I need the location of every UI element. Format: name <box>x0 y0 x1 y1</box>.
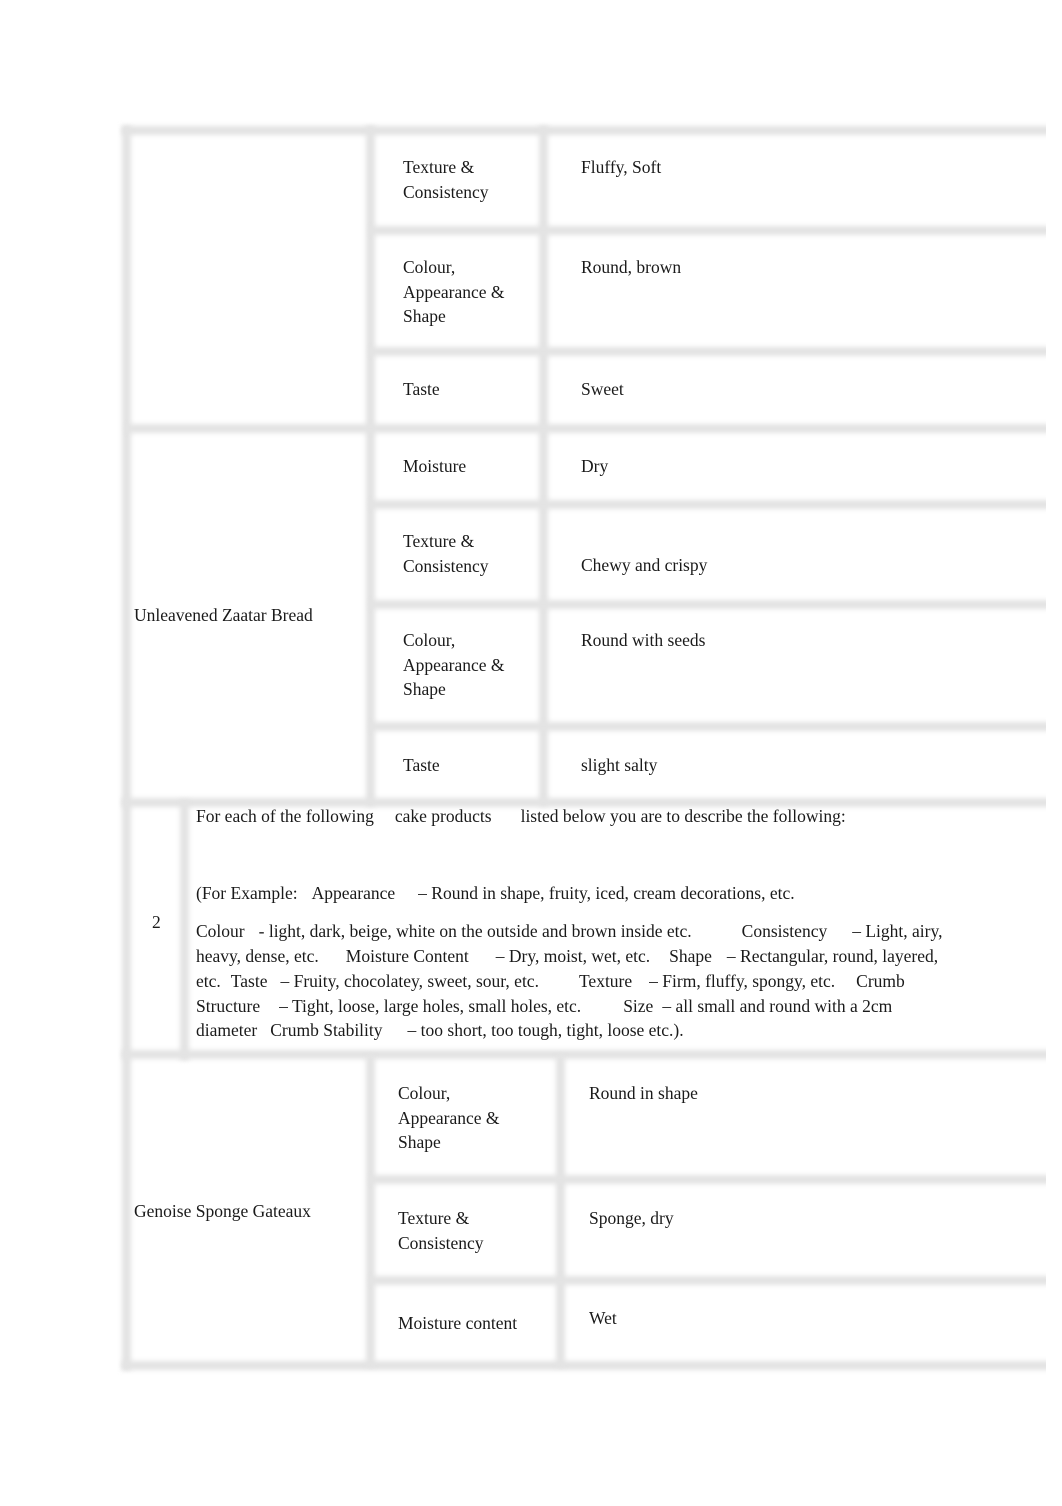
row-divider <box>122 1050 1052 1059</box>
criteria-line: Colour - light, dark, beige, white on the… <box>196 919 942 944</box>
document-page: Texture & Consistency Fluffy, Soft Colou… <box>0 0 1062 1506</box>
attribute-label: Shape <box>403 306 446 326</box>
value-cell: Round, brown <box>581 257 682 277</box>
attribute-cell: Moisture content <box>398 1313 518 1333</box>
row-divider <box>370 1276 1050 1285</box>
attribute-cell: Texture & Consistency <box>403 155 538 204</box>
value-cell: Dry <box>581 456 609 476</box>
col-divider <box>556 1055 565 1367</box>
table-border-left <box>122 126 131 1370</box>
example-part: (For Example: <box>196 883 298 903</box>
row-divider <box>370 1175 1050 1184</box>
attribute-label: Consistency <box>403 181 489 202</box>
value-cell: slight salty <box>581 755 658 775</box>
attribute-label: Colour, <box>403 630 456 650</box>
example-part: Appearance <box>311 883 396 903</box>
attribute-label: Consistency <box>403 555 489 576</box>
criteria-desc: - light, dark, beige, white on the outsi… <box>258 921 692 941</box>
attribute-label: Shape <box>403 679 446 699</box>
criteria-line: etc. Taste – Fruity, chocolatey, sweet, so… <box>196 969 905 994</box>
criteria-desc: – all small and round with a 2cm <box>662 996 893 1016</box>
attribute-cell: Texture & Consistency <box>398 1206 548 1255</box>
attribute-label: Texture & <box>403 531 475 551</box>
criteria-desc: – too short, too tough, tight, loose etc… <box>407 1020 684 1040</box>
row-divider <box>370 722 1050 731</box>
col-divider <box>180 800 189 1060</box>
attribute-cell: Texture & Consistency <box>403 529 538 578</box>
attribute-label: Appearance & <box>403 281 505 302</box>
criteria-desc: – Firm, fluffy, spongy, etc. <box>649 971 836 991</box>
row-divider <box>370 600 1050 609</box>
criteria-desc: etc. <box>196 971 221 991</box>
value-cell: Chewy and crispy <box>581 555 708 575</box>
value-cell: Sweet <box>581 379 624 399</box>
attribute-cell: Taste <box>403 379 440 399</box>
row-divider <box>370 500 1050 509</box>
criteria-term: Consistency <box>741 921 828 941</box>
criteria-desc: diameter <box>196 1020 258 1040</box>
attribute-cell: Moisture <box>403 456 467 476</box>
attribute-label: Texture & <box>403 157 475 177</box>
criteria-line: Structure – Tight, loose, large holes, sm… <box>196 994 892 1019</box>
criteria-desc: heavy, dense, etc. <box>196 946 319 966</box>
intro-part: listed below you are to describe the fol… <box>520 806 846 826</box>
product-name: Genoise Sponge Gateaux <box>134 1201 311 1221</box>
criteria-term: Structure <box>196 996 261 1016</box>
attribute-label: Appearance & <box>398 1107 500 1128</box>
criteria-desc: – Tight, loose, large holes, small holes… <box>279 996 582 1016</box>
criteria-desc: – Rectangular, round, layered, <box>726 946 939 966</box>
criteria-term: Size <box>623 996 654 1016</box>
table-border-bottom <box>122 1361 1052 1370</box>
attribute-label: Colour, <box>398 1083 451 1103</box>
criteria-term: Taste <box>230 971 268 991</box>
value-cell: Sponge, dry <box>589 1208 674 1228</box>
value-cell: Round with seeds <box>581 630 706 650</box>
attribute-cell: Colour, Appearance & Shape <box>403 628 538 702</box>
intro-part: cake products <box>394 806 492 826</box>
criteria-line: heavy, dense, etc. Moisture Content – Dry,… <box>196 944 938 969</box>
criteria-line: diameter Crumb Stability – too short, too … <box>196 1018 684 1043</box>
example-line: (For Example: Appearance – Round in shape,… <box>196 881 795 906</box>
row-divider <box>126 424 1050 433</box>
attribute-label: Texture & <box>398 1208 470 1228</box>
attribute-label: Shape <box>398 1132 441 1152</box>
attribute-label: Colour, <box>403 257 456 277</box>
criteria-term: Texture <box>578 971 633 991</box>
criteria-term: Crumb Stability <box>270 1020 383 1040</box>
criteria-term: Shape <box>669 946 712 966</box>
criteria-term: Moisture Content <box>345 946 469 966</box>
criteria-desc: – Light, airy, <box>852 921 943 941</box>
table-border-top <box>122 126 1052 135</box>
criteria-desc: – Dry, moist, wet, etc. <box>495 946 651 966</box>
question-number: 2 <box>152 912 161 932</box>
col-divider <box>366 1055 375 1367</box>
criteria-term: Colour <box>196 921 245 941</box>
page-right-margin <box>1046 0 1062 1506</box>
value-cell: Fluffy, Soft <box>581 157 662 177</box>
attribute-label: Consistency <box>398 1232 484 1253</box>
attribute-cell: Taste <box>403 755 440 775</box>
row-divider <box>370 226 1050 235</box>
criteria-desc: – Fruity, chocolatey, sweet, sour, etc. <box>280 971 539 991</box>
criteria-term: Crumb <box>856 971 905 991</box>
attribute-label: Appearance & <box>403 654 505 675</box>
intro-part: For each of the following <box>196 806 374 826</box>
value-cell: Wet <box>589 1308 617 1328</box>
attribute-cell: Colour, Appearance & Shape <box>403 255 538 329</box>
attribute-cell: Colour, Appearance & Shape <box>398 1081 548 1155</box>
product-name: Unleavened Zaatar Bread <box>134 605 313 625</box>
example-part: – Round in shape, fruity, iced, cream de… <box>418 883 795 903</box>
instruction-intro: For each of the following cake products li… <box>196 804 846 829</box>
row-divider <box>370 347 1050 356</box>
value-cell: Round in shape <box>589 1083 698 1103</box>
